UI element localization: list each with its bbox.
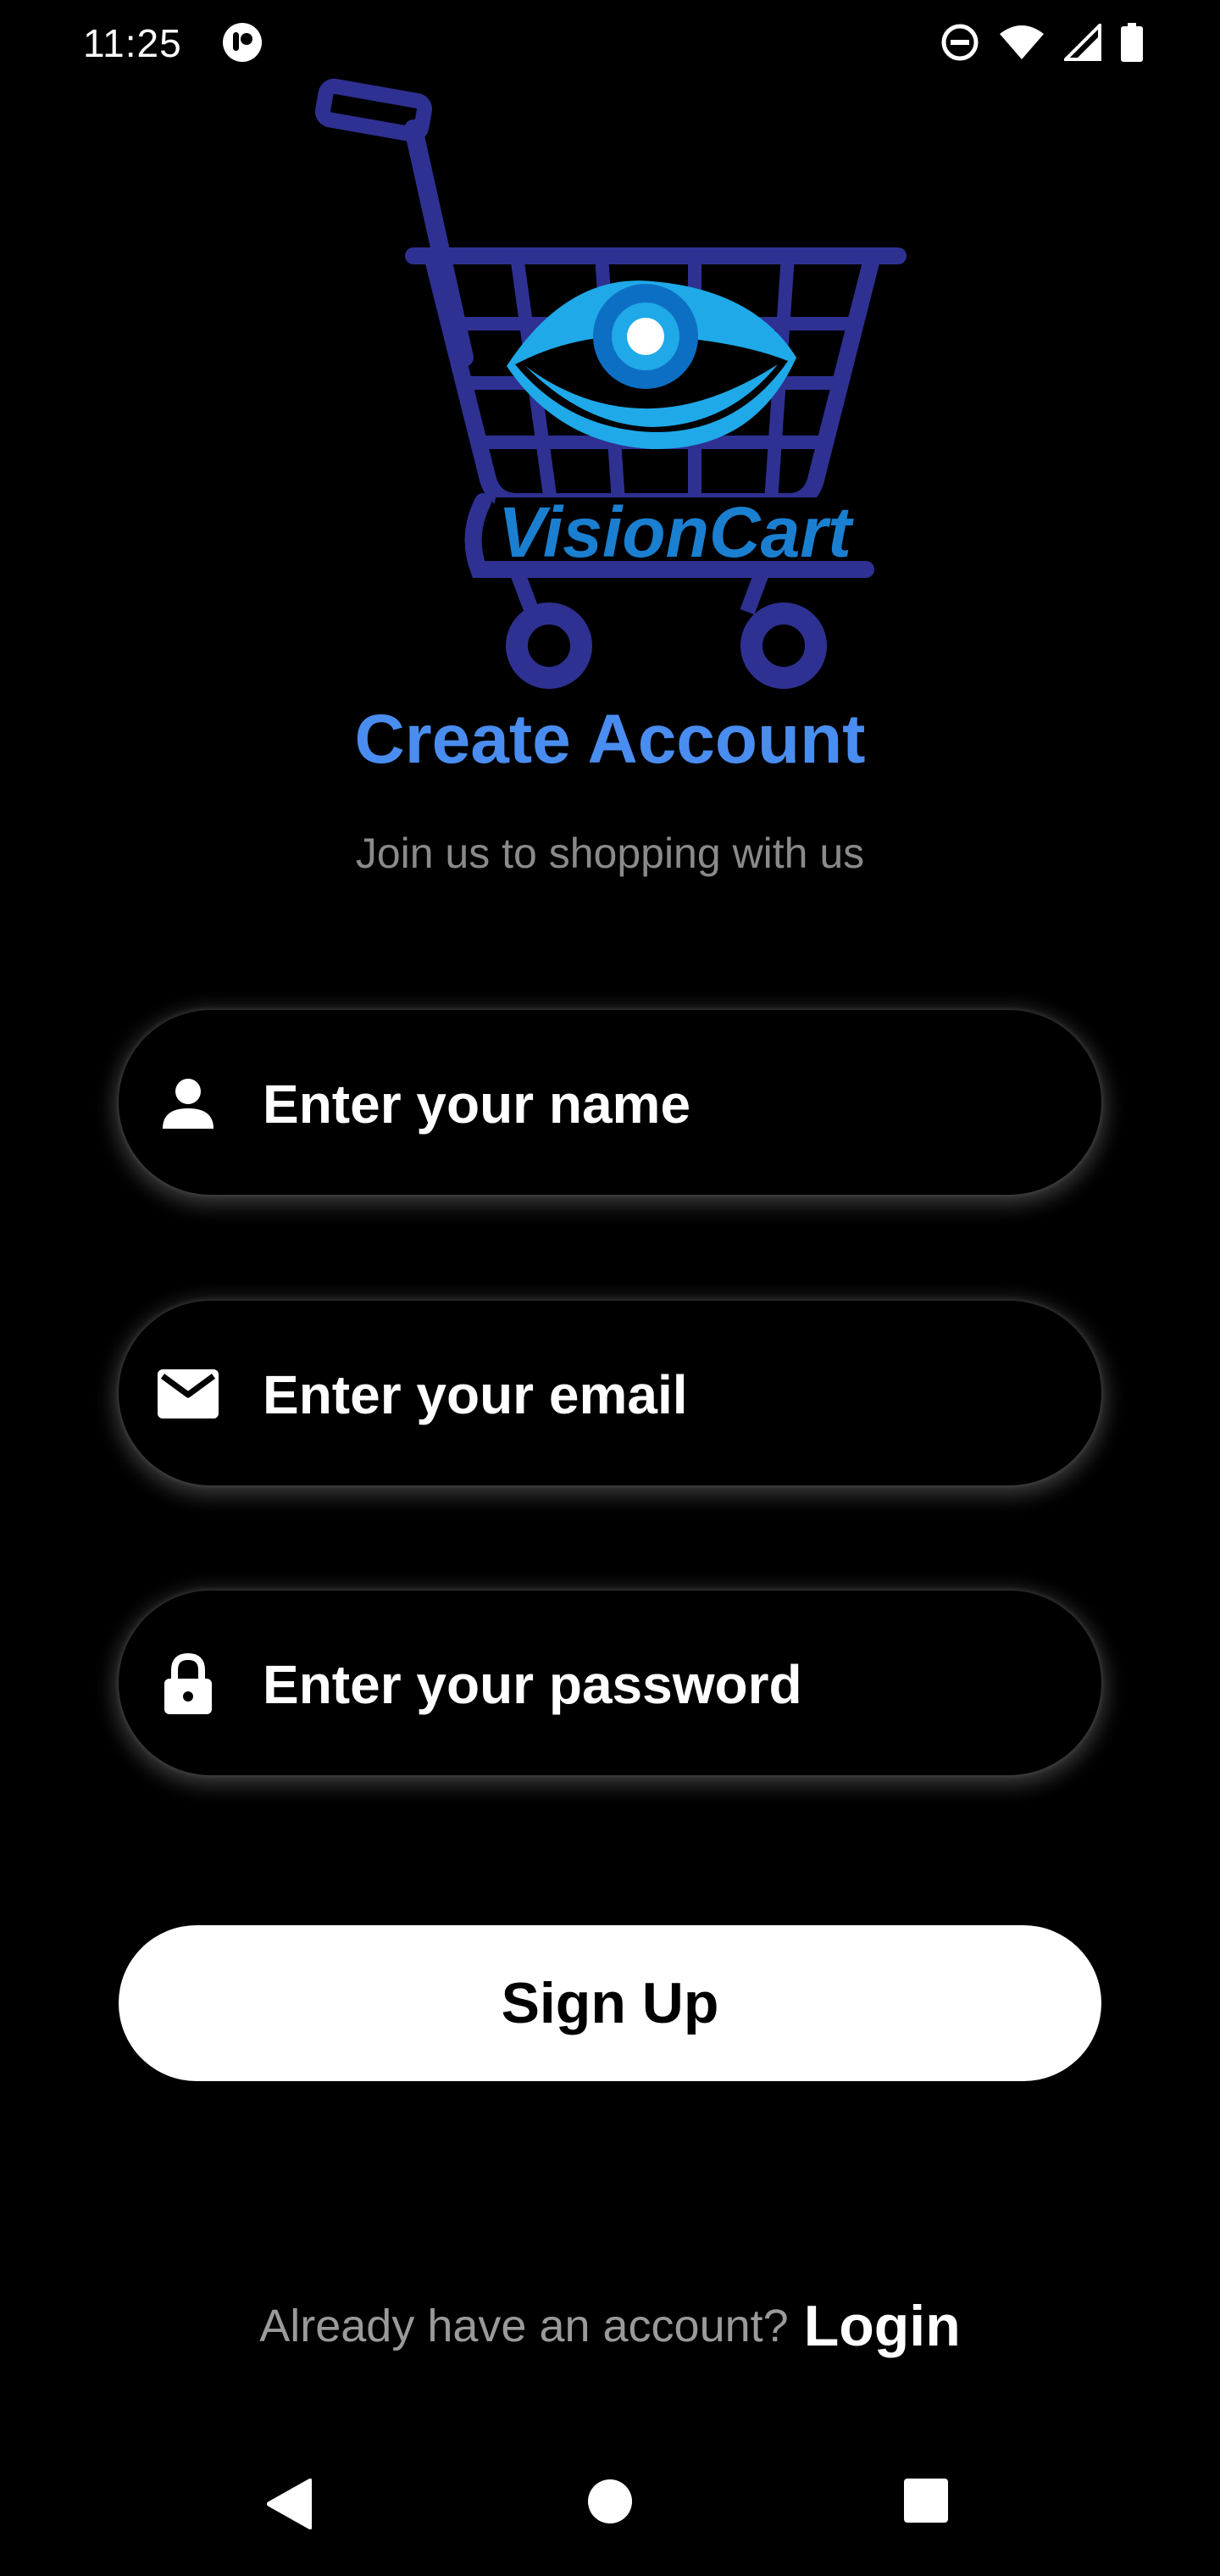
wifi-icon	[998, 24, 1045, 61]
navigation-bar	[0, 2440, 1220, 2576]
page-subtitle: Join us to shopping with us	[355, 830, 865, 877]
back-icon[interactable]	[264, 2478, 313, 2534]
name-placeholder: Enter your name	[263, 1074, 691, 1135]
password-field[interactable]: Enter your password	[119, 1591, 1101, 1775]
logo-text: VisionCart	[498, 492, 854, 572]
email-placeholder: Enter your email	[263, 1364, 688, 1425]
status-icons	[940, 20, 1144, 64]
password-placeholder: Enter your password	[263, 1654, 802, 1715]
sign-up-button[interactable]: Sign Up	[119, 1925, 1101, 2081]
person-icon	[158, 1076, 219, 1130]
login-prompt: Already have an account? Login	[0, 2293, 1220, 2359]
login-prompt-text: Already have an account?	[259, 2301, 789, 2351]
recents-icon[interactable]	[903, 2478, 949, 2528]
email-field[interactable]: Enter your email	[119, 1301, 1101, 1485]
dnd-icon	[940, 23, 979, 62]
page-title: Create Account	[354, 701, 866, 778]
mail-icon	[158, 1367, 219, 1421]
status-time: 11:25	[83, 21, 182, 65]
signal-icon	[1064, 24, 1101, 61]
battery-icon	[1120, 23, 1144, 62]
name-field[interactable]: Enter your name	[119, 1010, 1101, 1195]
login-link[interactable]: Login	[804, 2294, 961, 2358]
lock-icon	[158, 1653, 219, 1714]
notification-icon	[222, 22, 263, 63]
status-bar: 11:25	[0, 0, 1220, 85]
visioncart-logo: VisionCart	[313, 78, 907, 697]
home-icon[interactable]	[586, 2478, 634, 2529]
